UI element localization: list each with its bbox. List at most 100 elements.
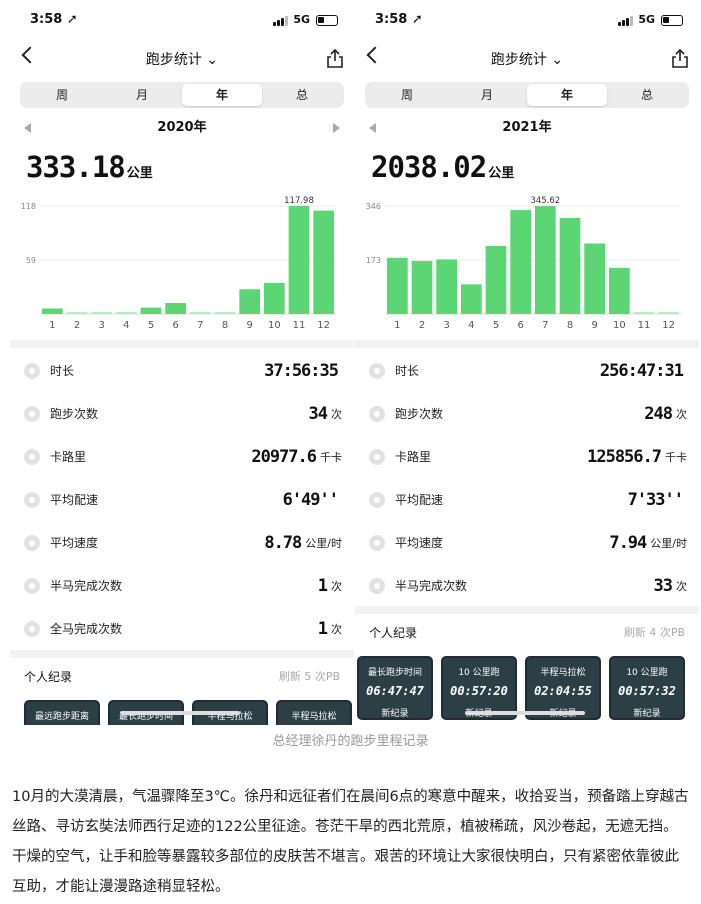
x-tick-label: 5 [493, 320, 499, 331]
period-tabs: 周 月 年 总 [20, 82, 344, 108]
x-tick-label: 9 [591, 320, 597, 331]
stat-value: 1 [317, 575, 328, 596]
half-marathon-icon [369, 577, 385, 594]
record-title: 半程马拉松 [540, 668, 586, 678]
stat-row: 跑步次数 34 次 [10, 392, 354, 435]
stat-label: 平均配速 [395, 493, 444, 507]
stat-value: 8.78 [264, 532, 302, 553]
peak-data-label: 345.62 [530, 196, 560, 206]
stats-list: 时长 37:56:35 跑步次数 34 次卡路里 20977.6 千卡 平均配速 6'49'' 平… [10, 349, 354, 650]
stat-row: 平均配速 7'33'' [355, 478, 699, 521]
stat-unit: 次 [676, 579, 687, 593]
personal-records-header: 个人纪录 刷新 5 次PB [10, 656, 354, 696]
record-value: 00:57:32 [618, 684, 676, 698]
bar [214, 312, 236, 314]
x-tick-label: 4 [123, 320, 129, 331]
x-tick-label: 10 [268, 320, 281, 331]
stat-label: 时长 [50, 364, 75, 378]
stat-row: 平均速度 8.78 公里/时 [10, 521, 354, 564]
x-tick-label: 12 [662, 320, 675, 331]
stats-list: 时长 256:47:31 跑步次数 248 次卡路里 125856.7 千卡 平均配速 7'33… [355, 349, 699, 607]
next-year-icon[interactable] [333, 123, 340, 133]
stat-value: 7'33'' [627, 489, 684, 510]
y-tick-label: 59 [26, 256, 36, 265]
stat-value: 20977.6 [251, 446, 317, 467]
period-tabs: 周 月 年 总 [365, 82, 689, 108]
tab-total[interactable]: 总 [262, 84, 342, 106]
record-card[interactable]: 10 公里跑 00:57:32 新纪录 [609, 656, 685, 720]
total-distance-unit: 公里 [126, 166, 153, 181]
tab-total[interactable]: 总 [607, 84, 687, 106]
record-card[interactable]: 最长跑步时间 06:47:47 新纪录 [357, 656, 433, 720]
page-title[interactable]: 跑步统计 ⌄ [10, 49, 354, 69]
bar [91, 312, 113, 314]
personal-records-title: 个人纪录 [369, 626, 418, 640]
tab-month[interactable]: 月 [102, 84, 182, 106]
nav-bar: 跑步统计 ⌄ [10, 44, 354, 74]
home-indicator [120, 711, 240, 715]
tab-year[interactable]: 年 [527, 84, 607, 106]
speed-icon [369, 534, 385, 551]
x-tick-label: 8 [567, 320, 573, 331]
status-bar: 3:58 ➚ 5G [355, 10, 699, 32]
status-time: 3:58 ➚ [375, 12, 423, 27]
stat-value: 1 [317, 618, 328, 639]
divider [10, 340, 354, 348]
bar [288, 206, 310, 314]
clock-icon [369, 362, 385, 379]
x-tick-label: 11 [293, 320, 306, 331]
record-value: 06:47:47 [366, 684, 424, 698]
x-tick-label: 4 [468, 320, 474, 331]
total-distance: 333.18 公里 [26, 150, 153, 190]
x-tick-label: 10 [613, 320, 626, 331]
bar [313, 210, 335, 314]
page-title[interactable]: 跑步统计 ⌄ [355, 49, 699, 69]
status-time: 3:58 ➚ [30, 12, 78, 27]
record-title: 10 公里跑 [626, 668, 668, 678]
stat-row: 卡路里 125856.7 千卡 [355, 435, 699, 478]
total-distance-value: 333.18 [26, 150, 126, 184]
share-icon[interactable] [671, 48, 689, 68]
personal-records-sub: 刷新 5 次PB [278, 670, 340, 683]
bar [460, 284, 482, 314]
run-count-icon [24, 405, 40, 422]
stat-value: 6'49'' [282, 489, 339, 510]
stat-unit: 次 [331, 407, 342, 421]
year-label: 2020年 [157, 120, 207, 135]
stat-label: 卡路里 [395, 450, 432, 464]
x-tick-label: 1 [394, 320, 400, 331]
x-tick-label: 9 [246, 320, 252, 331]
bar [534, 206, 556, 314]
record-title: 最长跑步时间 [367, 668, 422, 678]
bar [411, 260, 433, 314]
tab-week[interactable]: 周 [367, 84, 447, 106]
tab-week[interactable]: 周 [22, 84, 102, 106]
total-distance-value: 2038.02 [371, 150, 487, 184]
x-tick-label: 1 [49, 320, 55, 331]
stat-row: 半马完成次数 33 次 [355, 564, 699, 607]
stat-row: 卡路里 20977.6 千卡 [10, 435, 354, 478]
network-label: 5G [638, 13, 655, 26]
bar-chart-svg: 3461731 2 3 4 5 6 7345.628 9 10 11 12 [366, 196, 681, 331]
x-tick-label: 8 [222, 320, 228, 331]
record-card[interactable]: 半程马拉松 [276, 700, 352, 725]
screenshot-2020: 3:58 ➚ 5G 跑步统计 ⌄ 周 月 年 总 2020年 333.18 公里 … [10, 0, 354, 725]
status-bar: 3:58 ➚ 5G [10, 10, 354, 32]
y-tick-label: 346 [366, 202, 381, 211]
stat-row: 平均速度 7.94 公里/时 [355, 521, 699, 564]
total-distance-unit: 公里 [488, 166, 515, 181]
stat-label: 跑步次数 [395, 407, 444, 421]
record-card[interactable]: 最远跑步距离 [24, 700, 100, 725]
bar [263, 282, 285, 314]
record-badge: 新纪录 [381, 709, 409, 719]
share-icon[interactable] [326, 48, 344, 68]
tab-month[interactable]: 月 [447, 84, 527, 106]
divider [355, 340, 699, 348]
run-count-icon [369, 405, 385, 422]
record-badge: 新纪录 [633, 709, 661, 719]
x-tick-label: 2 [419, 320, 425, 331]
flame-icon [24, 448, 40, 465]
tab-year[interactable]: 年 [182, 84, 262, 106]
record-title: 10 公里跑 [458, 668, 500, 678]
image-caption: 总经理徐丹的跑步里程记录 [272, 734, 429, 749]
